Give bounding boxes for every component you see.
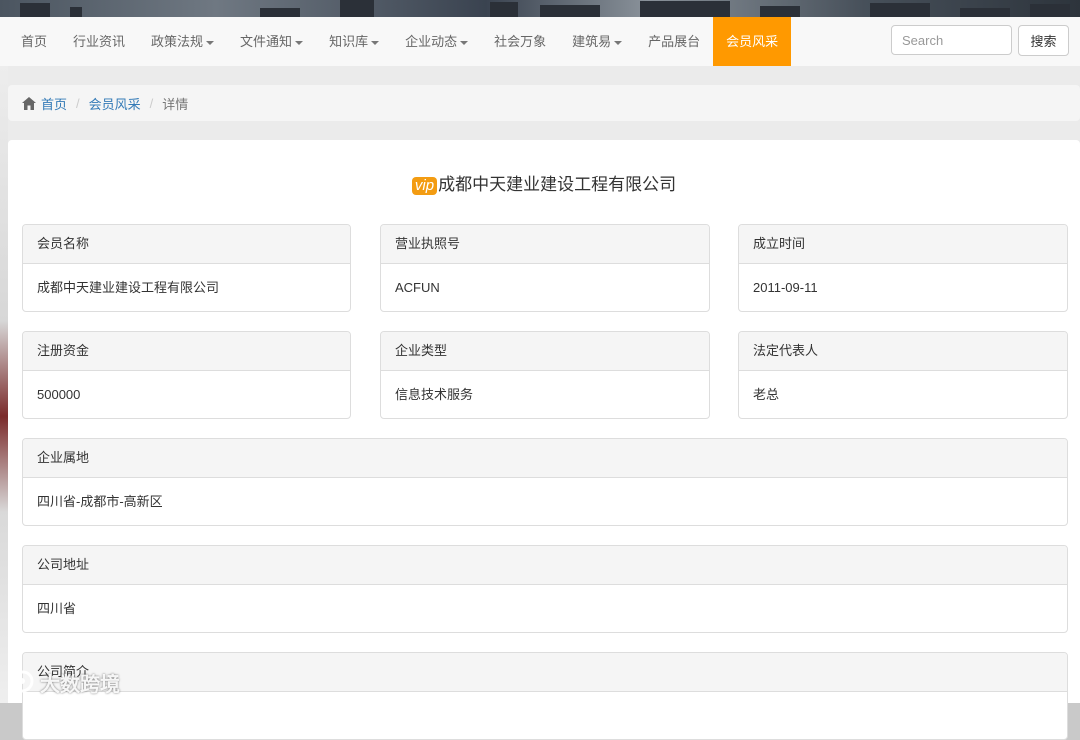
field-card-type: 企业类型 信息技术服务 [380,331,710,419]
field-value: 信息技术服务 [395,387,474,402]
search-button[interactable]: 搜索 [1018,25,1069,56]
field-value: 四川省 [37,601,77,616]
nav-item[interactable]: 企业动态 [392,17,481,66]
nav-item-label: 会员风采 [726,34,779,49]
caret-down-icon [371,40,380,45]
field-card-member-name: 会员名称 成都中天建业建设工程有限公司 [22,224,351,312]
field-card-location: 企业属地 四川省-成都市-高新区 [22,438,1068,526]
caret-down-icon [206,40,215,45]
field-value: 成都中天建业建设工程有限公司 [37,280,220,295]
top-navbar: 首页 行业资讯 政策法规 文件通知 知识库 企业动态 社会万象 建筑易 产品展台 会员风采 搜索 [0,17,1080,67]
watermark-logo-icon [12,670,34,693]
watermark: 大数跨境 [8,667,120,697]
watermark-text: 大数跨境 [40,673,120,696]
field-value: 四川省-成都市-高新区 [37,494,163,509]
caret-down-icon [295,40,304,45]
nav-item-label: 首页 [21,34,48,49]
breadcrumb: 首页 / 会员风采 / 详情 [8,85,1080,121]
nav-item-label: 企业动态 [405,34,458,49]
nav-item-label: 建筑易 [572,34,612,49]
nav-item-label: 产品展台 [648,34,701,49]
caret-down-icon [460,40,469,45]
field-card-founded: 成立时间 2011-09-11 [738,224,1068,312]
nav-menu: 首页 行业资讯 政策法规 文件通知 知识库 企业动态 社会万象 建筑易 产品展台 会员风采 [8,17,792,66]
search-input[interactable] [891,25,1012,55]
field-label: 企业属地 [23,439,1067,478]
nav-item[interactable]: 政策法规 [138,17,227,66]
field-label: 法定代表人 [739,332,1067,371]
nav-item-label: 知识库 [329,34,369,49]
nav-item-label: 社会万象 [494,34,547,49]
breadcrumb-home-link[interactable]: 首页 [41,94,67,113]
field-label: 公司简介 [23,653,1067,692]
header-banner [0,0,1080,17]
field-label: 会员名称 [23,225,350,264]
field-label: 营业执照号 [381,225,709,264]
nav-item[interactable]: 知识库 [316,17,392,66]
field-value: 500000 [37,387,81,402]
field-value [23,692,1067,739]
nav-item[interactable]: 首页 [8,17,60,66]
page-title: vip 成都中天建业建设工程有限公司 [8,170,1080,195]
home-icon [22,96,36,110]
nav-item[interactable]: 行业资讯 [60,17,138,66]
breadcrumb-separator: / [76,95,80,111]
nav-item-label: 政策法规 [151,34,204,49]
nav-item[interactable]: 产品展台 [635,17,713,66]
breadcrumb-current: 详情 [162,96,189,112]
field-value: 老总 [753,387,780,402]
field-card-license: 营业执照号 ACFUN [380,224,710,312]
field-value: 2011-09-11 [753,280,818,295]
field-label: 注册资金 [23,332,350,371]
nav-item[interactable]: 社会万象 [481,17,559,66]
field-card-legal-rep: 法定代表人 老总 [738,331,1068,419]
nav-item-label: 文件通知 [240,34,293,49]
field-label: 企业类型 [381,332,709,371]
vip-badge: vip [411,177,438,195]
nav-item-label: 行业资讯 [73,34,126,49]
caret-down-icon [614,40,623,45]
field-card-capital: 注册资金 500000 [22,331,351,419]
breadcrumb-separator: / [149,95,154,111]
nav-item[interactable]: 会员风采 [713,17,792,66]
detail-panel: vip 成都中天建业建设工程有限公司 会员名称 成都中天建业建设工程有限公司 营业… [8,140,1080,740]
company-title: 成都中天建业建设工程有限公司 [438,175,677,194]
background-image-strip [0,66,8,703]
field-label: 公司地址 [23,546,1067,585]
field-label: 成立时间 [739,225,1067,264]
field-card-address: 公司地址 四川省 [22,545,1068,633]
field-value: ACFUN [395,280,440,295]
field-card-intro: 公司简介 [22,652,1068,740]
nav-item[interactable]: 建筑易 [559,17,635,66]
breadcrumb-section-link[interactable]: 会员风采 [89,94,141,113]
nav-item[interactable]: 文件通知 [227,17,316,66]
